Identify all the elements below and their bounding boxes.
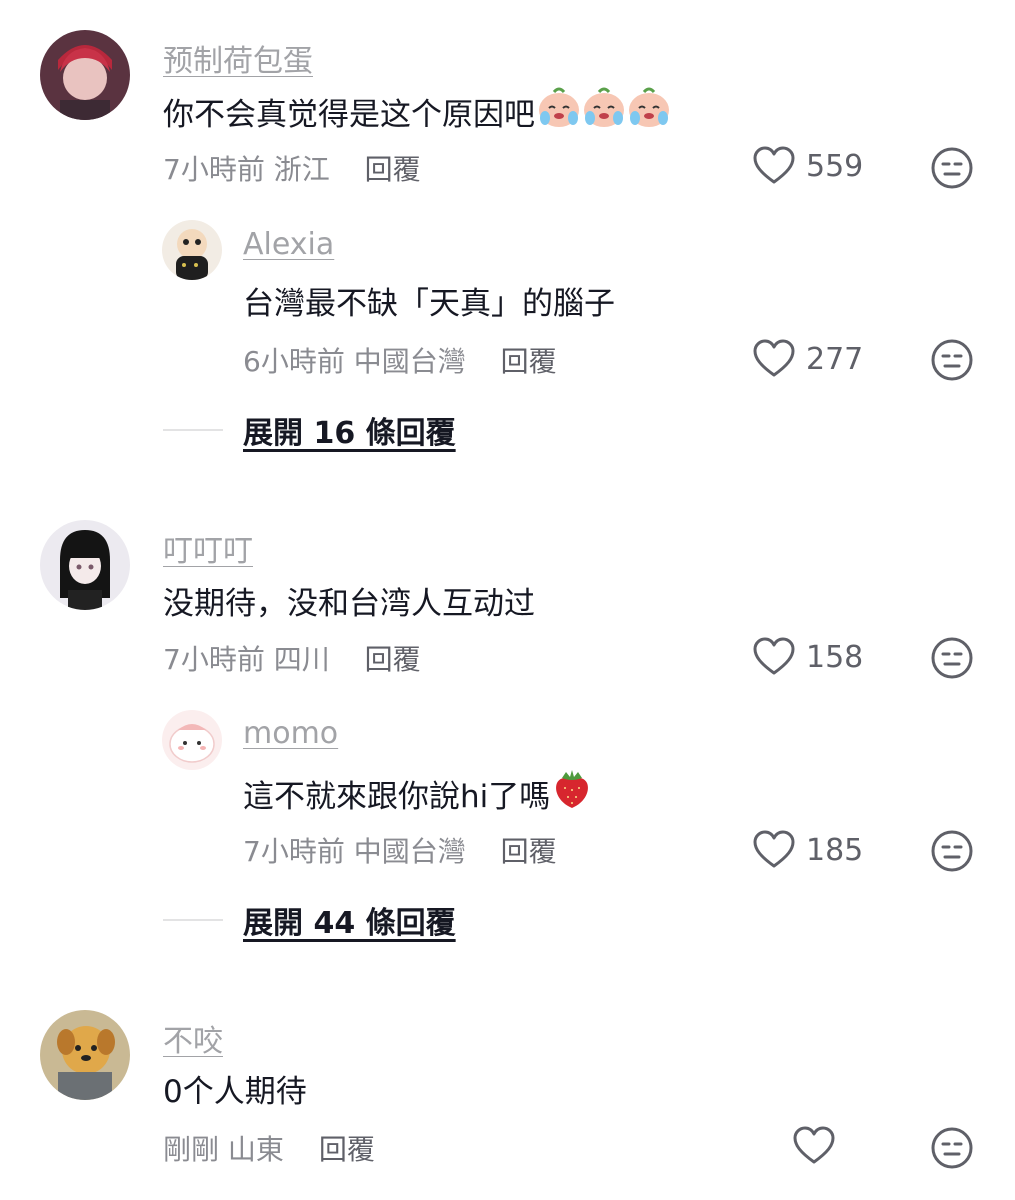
reply-button[interactable]: 回覆 <box>365 643 421 676</box>
like-button[interactable] <box>792 1126 836 1166</box>
comment-username[interactable]: 预制荷包蛋 <box>163 36 313 80</box>
reply-location: 中國台灣 <box>353 835 466 868</box>
expand-replies[interactable]: 展開 16 條回覆 <box>163 408 456 452</box>
dislike-button[interactable] <box>930 146 974 190</box>
comment-time: 7小時前 <box>163 643 265 676</box>
comment-text: 0个人期待 <box>163 1066 307 1111</box>
heart-outline-icon <box>753 830 795 868</box>
comment-location: 四川 <box>273 643 330 676</box>
heart-outline-icon <box>753 637 795 675</box>
like-count: 277 <box>806 341 864 377</box>
strawberry-emoji-icon <box>552 768 592 818</box>
reply-text-content: 台灣最不缺「天真」的腦子 <box>243 286 615 322</box>
comment-username[interactable]: 不咬 <box>163 1016 223 1060</box>
avatar[interactable] <box>162 710 222 770</box>
comment-time: 7小時前 <box>163 153 265 186</box>
avatar[interactable] <box>40 1010 130 1100</box>
reply-button[interactable]: 回覆 <box>501 345 557 378</box>
heart-outline-icon <box>753 339 795 377</box>
reply-text: 台灣最不缺「天真」的腦子 <box>243 278 615 323</box>
reply-button[interactable]: 回覆 <box>365 153 421 186</box>
reply-location: 中國台灣 <box>353 345 466 378</box>
dislike-button[interactable] <box>930 829 974 873</box>
comment-username[interactable]: 叮叮叮 <box>163 526 253 570</box>
neutral-face-icon <box>931 1127 973 1169</box>
reply-text-content: 這不就來跟你說hi了嗎 <box>243 778 551 815</box>
reply-time: 7小時前 <box>243 835 345 868</box>
reply-meta: 6小時前 中國台灣 回覆 <box>243 340 557 380</box>
reply-time: 6小時前 <box>243 345 345 378</box>
comment-text: 你不会真觉得是这个原因吧 <box>163 86 671 136</box>
reply-button[interactable]: 回覆 <box>319 1133 375 1166</box>
like-count: 559 <box>806 148 864 184</box>
reply-username[interactable]: Alexia <box>243 227 334 262</box>
expand-replies[interactable]: 展開 44 條回覆 <box>163 898 456 942</box>
like-count: 158 <box>806 639 864 675</box>
like-button[interactable]: 277 <box>752 339 863 379</box>
comment-location: 山東 <box>227 1133 284 1166</box>
reply-text: 這不就來跟你說hi了嗎 <box>243 768 592 818</box>
dislike-button[interactable] <box>930 338 974 382</box>
reply-button[interactable]: 回覆 <box>501 835 557 868</box>
neutral-face-icon <box>931 637 973 679</box>
like-button[interactable]: 559 <box>752 146 863 186</box>
avatar[interactable] <box>162 220 222 280</box>
like-button[interactable]: 185 <box>752 830 863 870</box>
comment-time: 剛剛 <box>163 1133 220 1166</box>
avatar[interactable] <box>40 30 130 120</box>
dislike-button[interactable] <box>930 636 974 680</box>
like-button[interactable]: 158 <box>752 637 863 677</box>
like-count: 185 <box>806 832 864 868</box>
expand-replies-label[interactable]: 展開 16 條回覆 <box>243 408 456 452</box>
comment-text-content: 0个人期待 <box>163 1074 307 1110</box>
heart-outline-icon <box>793 1126 835 1164</box>
divider <box>163 429 223 431</box>
neutral-face-icon <box>931 830 973 872</box>
avatar[interactable] <box>40 520 130 610</box>
neutral-face-icon <box>931 339 973 381</box>
comment-location: 浙江 <box>273 153 330 186</box>
comment-meta: 7小時前 四川 回覆 <box>163 638 421 678</box>
comment-meta: 7小時前 浙江 回覆 <box>163 148 421 188</box>
heart-outline-icon <box>753 146 795 184</box>
divider <box>163 919 223 921</box>
neutral-face-icon <box>931 147 973 189</box>
dislike-button[interactable] <box>930 1126 974 1170</box>
expand-replies-label[interactable]: 展開 44 條回覆 <box>243 898 456 942</box>
reply-username[interactable]: momo <box>243 716 338 751</box>
comment-text-content: 你不会真觉得是这个原因吧 <box>163 96 535 133</box>
comment-meta: 剛剛 山東 回覆 <box>163 1128 375 1168</box>
reply-meta: 7小時前 中國台灣 回覆 <box>243 830 557 870</box>
comment-text: 没期待，没和台湾人互动过 <box>163 578 535 623</box>
comment-text-content: 没期待，没和台湾人互动过 <box>163 586 535 622</box>
crying-peach-emoji-icon <box>537 86 671 136</box>
